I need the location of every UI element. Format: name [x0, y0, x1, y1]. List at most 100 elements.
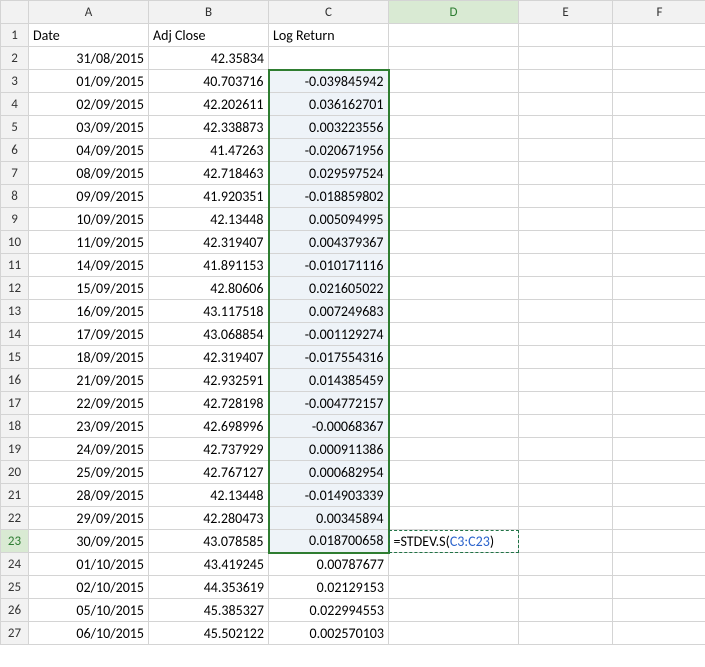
cell-E24[interactable]: [519, 553, 613, 576]
cell-D12[interactable]: [389, 277, 519, 300]
cell-C11[interactable]: -0.010171116: [269, 254, 389, 277]
row-header-10[interactable]: 10: [1, 231, 29, 254]
cell-A23[interactable]: 30/09/2015: [29, 530, 149, 553]
cell-F10[interactable]: [613, 231, 705, 254]
cell-E12[interactable]: [519, 277, 613, 300]
cell-D3[interactable]: [389, 70, 519, 93]
cell-F24[interactable]: [613, 553, 705, 576]
cell-B2[interactable]: 42.35834: [149, 47, 269, 70]
cell-C24[interactable]: 0.00787677: [269, 553, 389, 576]
cell-B8[interactable]: 41.920351: [149, 185, 269, 208]
row-header-22[interactable]: 22: [1, 507, 29, 530]
cell-B10[interactable]: 42.319407: [149, 231, 269, 254]
cell-E5[interactable]: [519, 116, 613, 139]
cell-E9[interactable]: [519, 208, 613, 231]
row-header-8[interactable]: 8: [1, 185, 29, 208]
cell-F22[interactable]: [613, 507, 705, 530]
row-header-3[interactable]: 3: [1, 70, 29, 93]
cell-B15[interactable]: 42.319407: [149, 346, 269, 369]
cell-C26[interactable]: 0.022994553: [269, 599, 389, 622]
cell-C8[interactable]: -0.018859802: [269, 185, 389, 208]
cell-E16[interactable]: [519, 369, 613, 392]
row-header-26[interactable]: 26: [1, 599, 29, 622]
cell-B12[interactable]: 42.80606: [149, 277, 269, 300]
cell-A11[interactable]: 14/09/2015: [29, 254, 149, 277]
cell-F16[interactable]: [613, 369, 705, 392]
row-header-9[interactable]: 9: [1, 208, 29, 231]
row-header-4[interactable]: 4: [1, 93, 29, 116]
cell-D14[interactable]: [389, 323, 519, 346]
cell-E10[interactable]: [519, 231, 613, 254]
cell-D1[interactable]: [389, 24, 519, 47]
cell-C15[interactable]: -0.017554316: [269, 346, 389, 369]
cell-C3[interactable]: -0.039845942: [269, 70, 389, 93]
cell-A19[interactable]: 24/09/2015: [29, 438, 149, 461]
cell-A13[interactable]: 16/09/2015: [29, 300, 149, 323]
cell-D27[interactable]: [389, 622, 519, 645]
cell-E25[interactable]: [519, 576, 613, 599]
row-header-21[interactable]: 21: [1, 484, 29, 507]
row-header-25[interactable]: 25: [1, 576, 29, 599]
cell-F27[interactable]: [613, 622, 705, 645]
col-header-F[interactable]: F: [613, 1, 705, 24]
cell-F14[interactable]: [613, 323, 705, 346]
row-header-16[interactable]: 16: [1, 369, 29, 392]
cell-E1[interactable]: [519, 24, 613, 47]
cell-F23[interactable]: [613, 530, 705, 553]
cell-F18[interactable]: [613, 415, 705, 438]
cell-A21[interactable]: 28/09/2015: [29, 484, 149, 507]
cell-E4[interactable]: [519, 93, 613, 116]
cell-B14[interactable]: 43.068854: [149, 323, 269, 346]
cell-A27[interactable]: 06/10/2015: [29, 622, 149, 645]
cell-E20[interactable]: [519, 461, 613, 484]
cell-A2[interactable]: 31/08/2015: [29, 47, 149, 70]
cell-F8[interactable]: [613, 185, 705, 208]
col-header-C[interactable]: C: [269, 1, 389, 24]
cell-B9[interactable]: 42.13448: [149, 208, 269, 231]
cell-C27[interactable]: 0.002570103: [269, 622, 389, 645]
cell-F25[interactable]: [613, 576, 705, 599]
row-header-7[interactable]: 7: [1, 162, 29, 185]
cell-D20[interactable]: [389, 461, 519, 484]
cell-E26[interactable]: [519, 599, 613, 622]
cell-D18[interactable]: [389, 415, 519, 438]
cell-B3[interactable]: 40.703716: [149, 70, 269, 93]
cell-B18[interactable]: 42.698996: [149, 415, 269, 438]
cell-A9[interactable]: 10/09/2015: [29, 208, 149, 231]
cell-B6[interactable]: 41.47263: [149, 139, 269, 162]
cell-C12[interactable]: 0.021605022: [269, 277, 389, 300]
cell-B17[interactable]: 42.728198: [149, 392, 269, 415]
cell-B22[interactable]: 42.280473: [149, 507, 269, 530]
cell-A7[interactable]: 08/09/2015: [29, 162, 149, 185]
cell-B21[interactable]: 42.13448: [149, 484, 269, 507]
cell-D13[interactable]: [389, 300, 519, 323]
cell-C17[interactable]: -0.004772157: [269, 392, 389, 415]
cell-A25[interactable]: 02/10/2015: [29, 576, 149, 599]
cell-E15[interactable]: [519, 346, 613, 369]
cell-D5[interactable]: [389, 116, 519, 139]
cell-D25[interactable]: [389, 576, 519, 599]
cell-A15[interactable]: 18/09/2015: [29, 346, 149, 369]
cell-A4[interactable]: 02/09/2015: [29, 93, 149, 116]
cell-D6[interactable]: [389, 139, 519, 162]
cell-E8[interactable]: [519, 185, 613, 208]
cell-D2[interactable]: [389, 47, 519, 70]
cell-C1[interactable]: Log Return: [269, 24, 389, 47]
cell-C5[interactable]: 0.003223556: [269, 116, 389, 139]
cell-D15[interactable]: [389, 346, 519, 369]
cell-C18[interactable]: -0.00068367: [269, 415, 389, 438]
cell-C25[interactable]: 0.02129153: [269, 576, 389, 599]
row-header-6[interactable]: 6: [1, 139, 29, 162]
cell-A22[interactable]: 29/09/2015: [29, 507, 149, 530]
cell-A14[interactable]: 17/09/2015: [29, 323, 149, 346]
spreadsheet[interactable]: A B C D E F 1DateAdj CloseLog Return231/…: [0, 0, 705, 667]
cell-A26[interactable]: 05/10/2015: [29, 599, 149, 622]
cell-F11[interactable]: [613, 254, 705, 277]
cell-C7[interactable]: 0.029597524: [269, 162, 389, 185]
select-all-corner[interactable]: [1, 1, 29, 24]
cell-B27[interactable]: 45.502122: [149, 622, 269, 645]
cell-B7[interactable]: 42.718463: [149, 162, 269, 185]
cell-C20[interactable]: 0.000682954: [269, 461, 389, 484]
cell-D9[interactable]: [389, 208, 519, 231]
cell-F12[interactable]: [613, 277, 705, 300]
